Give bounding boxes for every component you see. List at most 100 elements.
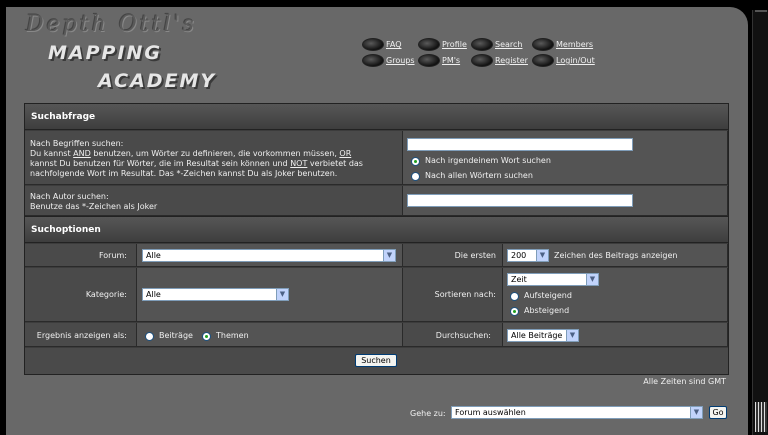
author-help: Benutze das *-Zeichen als Joker: [30, 202, 158, 211]
sort-label: Sortieren nach:: [434, 290, 496, 299]
nav-login[interactable]: Login/Out: [532, 54, 595, 67]
terms-help-line-1: Du kannst AND benutzen, um Wörter zu def…: [30, 149, 400, 159]
topics-radio[interactable]: Themen: [202, 331, 249, 341]
descending-radio-dot[interactable]: [510, 306, 519, 316]
profile-icon: [418, 38, 440, 51]
not-keyword: NOT: [290, 159, 308, 168]
terms-help-line-3: nachfolgende Wort im Resultat. Das *-Zei…: [30, 169, 338, 178]
nav-groups-label[interactable]: Groups: [386, 56, 415, 65]
chars-select[interactable]: 200 ▼: [507, 249, 549, 262]
nav-search[interactable]: Search: [471, 38, 522, 51]
all-words-label: Nach allen Wörtern suchen: [425, 171, 533, 180]
terms-help: Nach Begriffen suchen: Du kannst AND ben…: [30, 139, 400, 179]
author-label-block: Nach Autor suchen: Benutze das *-Zeichen…: [30, 192, 157, 212]
chevron-down-icon[interactable]: ▼: [690, 407, 702, 418]
topics-label: Themen: [216, 331, 249, 340]
descending-radio[interactable]: Absteigend: [510, 306, 569, 316]
scrollbar-grip[interactable]: [755, 402, 767, 432]
submit-search-button[interactable]: Suchen: [355, 354, 397, 367]
groups-icon: [362, 54, 384, 67]
nav-members[interactable]: Members: [532, 38, 593, 51]
author-row: Nach Autor suchen: Benutze das *-Zeichen…: [25, 186, 728, 216]
chevron-down-icon[interactable]: ▼: [276, 289, 288, 300]
search-options-panel: Suchoptionen Forum: Alle ▼ Die ersten 20…: [24, 216, 729, 375]
timezone-note: Alle Zeiten sind GMT: [643, 377, 726, 386]
nav-members-label[interactable]: Members: [556, 40, 593, 49]
search-query-header: Suchabfrage: [25, 104, 728, 130]
all-words-radio-dot[interactable]: [411, 171, 420, 181]
terms-label-cell: Nach Begriffen suchen: Du kannst AND ben…: [25, 131, 403, 185]
ascending-label: Aufsteigend: [524, 291, 572, 300]
author-label: Nach Autor suchen:: [30, 192, 109, 201]
any-words-radio[interactable]: Nach irgendeinem Wort suchen: [411, 156, 551, 166]
search-query-panel: Suchabfrage Nach Begriffen suchen: Du ka…: [24, 103, 729, 216]
terms-input[interactable]: [407, 138, 633, 151]
chevron-down-icon[interactable]: ▼: [566, 330, 578, 341]
terms-help-line-2: kannst Du benutzen für Wörter, die im Re…: [30, 159, 400, 169]
author-input[interactable]: [407, 194, 633, 207]
nav-pms-label[interactable]: PM's: [442, 56, 460, 65]
posts-radio[interactable]: Beiträge: [145, 331, 193, 341]
terms-input-cell: Nach irgendeinem Wort suchen Nach allen …: [403, 131, 728, 185]
terms-label: Nach Begriffen suchen:: [30, 139, 124, 148]
scrollbar[interactable]: [752, 10, 768, 435]
forum-select-cell: Alle ▼: [137, 244, 403, 267]
category-label: Kategorie:: [85, 290, 127, 299]
forum-select-value: Alle: [146, 251, 161, 260]
logo-line-3: ACADEMY: [98, 70, 217, 92]
chevron-down-icon[interactable]: ▼: [536, 250, 548, 261]
search-in-label: Durchsuchen:: [435, 331, 491, 340]
any-words-radio-dot[interactable]: [411, 156, 420, 166]
sort-select-value: Zeit: [511, 275, 527, 284]
faq-icon: [362, 38, 384, 51]
sort-select[interactable]: Zeit ▼: [507, 273, 599, 286]
nav-faq[interactable]: FAQ: [362, 38, 402, 51]
ascending-radio-dot[interactable]: [510, 291, 519, 301]
results-row: Ergebnis anzeigen als: Beiträge Themen D…: [25, 323, 728, 347]
search-in-select-value: Alle Beiträge: [511, 331, 563, 340]
all-words-radio[interactable]: Nach allen Wörtern suchen: [411, 171, 533, 181]
terms-help-part-1: Du kannst: [30, 149, 71, 158]
register-icon: [471, 54, 493, 67]
nav-faq-label[interactable]: FAQ: [386, 40, 402, 49]
nav-profile-label[interactable]: Profile: [442, 40, 467, 49]
author-input-cell: [403, 186, 728, 216]
chevron-down-icon[interactable]: ▼: [586, 274, 598, 285]
site-logo[interactable]: Depth Ottl's MAPPING ACADEMY: [22, 12, 232, 96]
logo-line-2: MAPPING: [48, 42, 163, 64]
and-keyword: AND: [73, 149, 91, 158]
posts-radio-dot[interactable]: [145, 331, 154, 341]
pm-icon: [418, 54, 440, 67]
category-row: Kategorie: Alle ▼ Sortieren nach: Zeit ▼…: [25, 268, 728, 322]
nav-pms[interactable]: PM's: [418, 54, 460, 67]
nav-search-label[interactable]: Search: [495, 40, 522, 49]
ascending-radio[interactable]: Aufsteigend: [510, 291, 572, 301]
chars-suffix: Zeichen des Beitrags anzeigen: [554, 251, 678, 260]
results-label-cell: Ergebnis anzeigen als:: [25, 323, 137, 347]
jump-label: Gehe zu:: [410, 409, 446, 418]
sort-cell: Zeit ▼ Aufsteigend Absteigend: [503, 268, 728, 322]
page: Depth Ottl's MAPPING ACADEMY FAQ Profile…: [0, 0, 768, 435]
scrollbar-top: [755, 10, 767, 12]
chevron-down-icon[interactable]: ▼: [383, 250, 395, 261]
go-button[interactable]: Go: [709, 406, 727, 419]
terms-row: Nach Begriffen suchen: Du kannst AND ben…: [25, 131, 728, 185]
category-select[interactable]: Alle ▼: [142, 288, 289, 301]
nav-groups[interactable]: Groups: [362, 54, 415, 67]
sort-label-cell: Sortieren nach:: [403, 268, 503, 322]
forum-label-cell: Forum:: [25, 244, 137, 267]
search-in-select[interactable]: Alle Beiträge ▼: [507, 329, 579, 342]
jump-forum-select[interactable]: Forum auswählen ▼: [451, 406, 703, 419]
forum-select[interactable]: Alle ▼: [142, 249, 396, 262]
nav-profile[interactable]: Profile: [418, 38, 467, 51]
nav-register[interactable]: Register: [471, 54, 528, 67]
terms-help-part-4: verbietet das: [309, 159, 363, 168]
posts-label: Beiträge: [159, 331, 193, 340]
category-select-cell: Alle ▼: [137, 268, 403, 322]
first-select-cell: 200 ▼ Zeichen des Beitrags anzeigen: [503, 244, 728, 267]
nav-register-label[interactable]: Register: [495, 56, 528, 65]
topics-radio-dot[interactable]: [202, 331, 211, 341]
search-icon: [471, 38, 493, 51]
nav-login-label[interactable]: Login/Out: [556, 56, 595, 65]
search-in-cell: Alle Beiträge ▼: [503, 323, 728, 347]
